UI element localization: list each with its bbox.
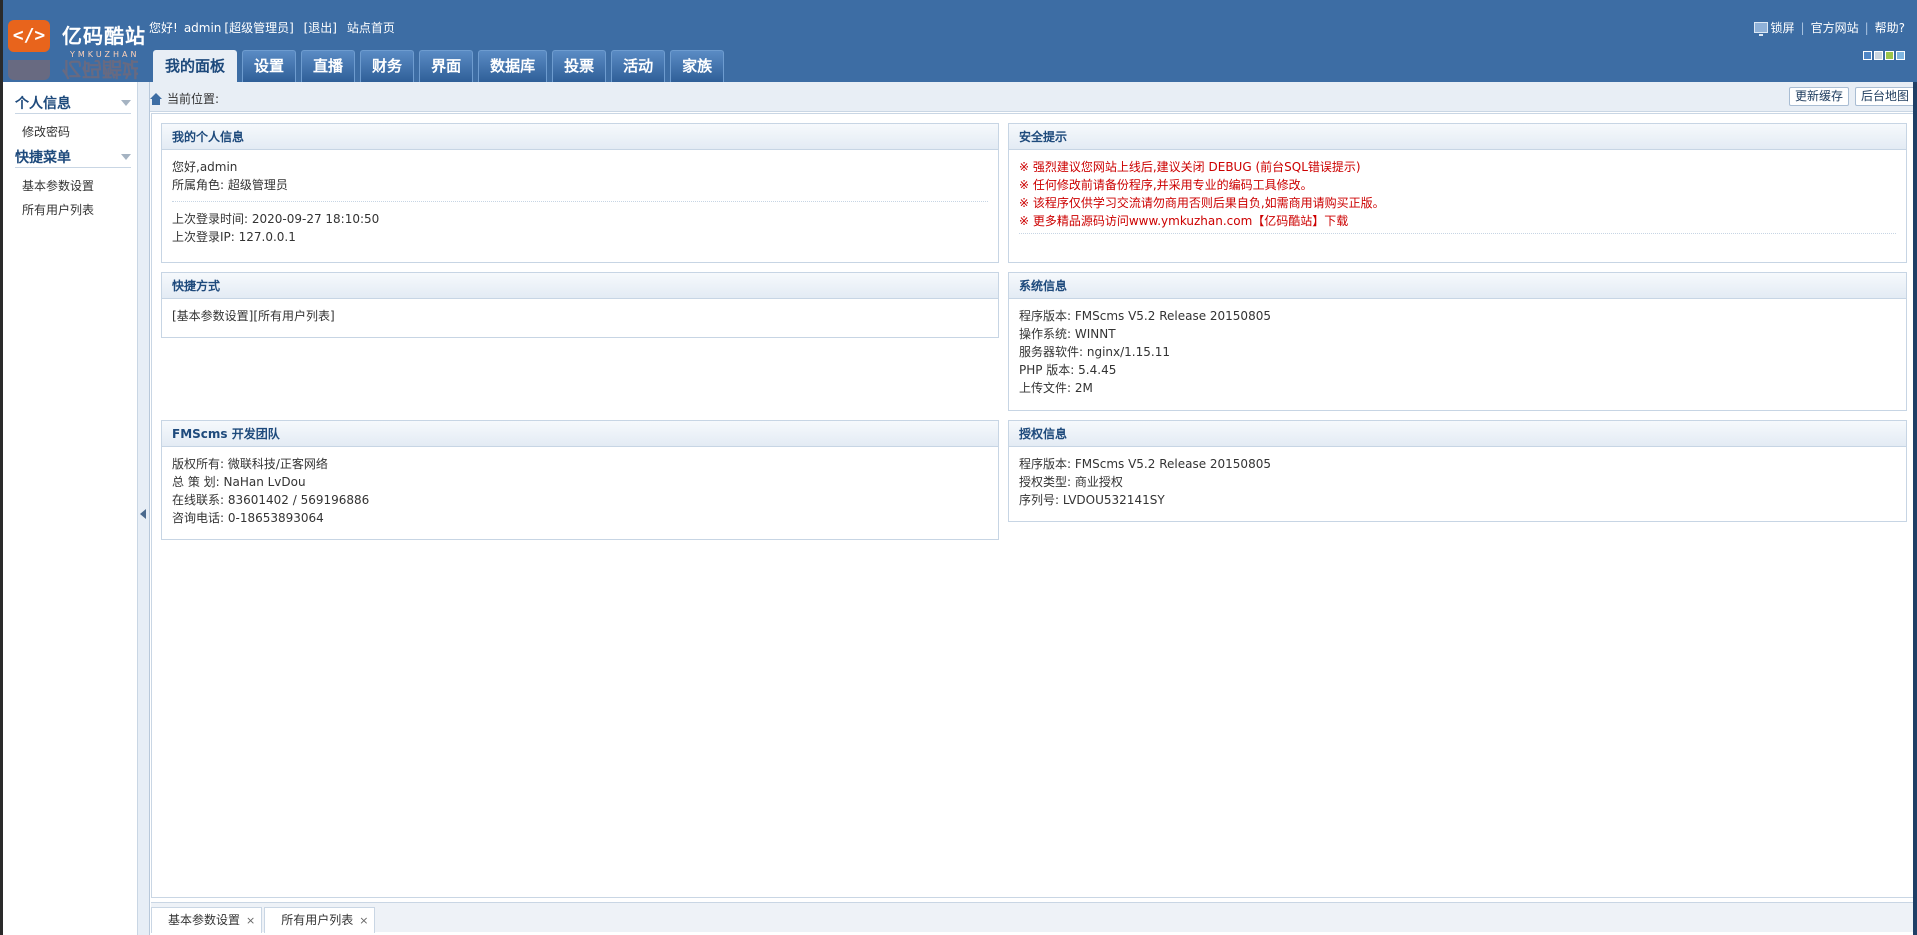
security-tip: ※ 更多精品源码访问www.ymkuzhan.com【亿码酷站】下载	[1019, 214, 1349, 228]
skin-gray[interactable]	[1874, 51, 1883, 60]
logo-title: 亿码酷站	[62, 24, 146, 48]
sysinfo-row: 上传文件: 2M	[1019, 381, 1093, 395]
window-left-edge	[0, 0, 3, 935]
close-icon[interactable]: ×	[246, 909, 255, 933]
breadcrumb-label: 当前位置:	[167, 92, 220, 106]
sidebar-item-user-list[interactable]: 所有用户列表	[15, 198, 137, 222]
open-task-tabs: 基本参数设置 × 所有用户列表 ×	[151, 907, 377, 933]
profile-panel: 我的个人信息 您好,admin 所属角色: 超级管理员 上次登录时间: 2020…	[161, 123, 999, 263]
sidebar-item-change-password[interactable]: 修改密码	[15, 120, 137, 144]
main-area: 当前位置: 更新缓存 后台地图 我的个人信息 您好,admin 所属角色: 超级…	[150, 82, 1917, 935]
username: admin	[183, 21, 222, 35]
security-panel: 安全提示 ※ 强烈建议您网站上线后,建议关闭 DEBUG (前台SQL错误提示)…	[1008, 123, 1907, 263]
tab-live[interactable]: 直播	[301, 50, 356, 82]
panel-title: 我的个人信息	[162, 124, 998, 150]
sidebar-collapse-bar[interactable]	[138, 82, 150, 935]
logo-subtitle: YMKUZHAN	[70, 50, 140, 59]
logo-mark: </>	[8, 20, 50, 52]
license-panel: 授权信息 程序版本: FMScms V5.2 Release 20150805 …	[1008, 420, 1907, 522]
site-logo: </> 亿码酷站 YMKUZHAN 亿码酷站	[6, 16, 145, 82]
skin-light-blue[interactable]	[1896, 51, 1905, 60]
license-row: 程序版本: FMScms V5.2 Release 20150805	[1019, 457, 1271, 471]
panel-title: 安全提示	[1009, 124, 1906, 150]
skin-blue[interactable]	[1863, 51, 1872, 60]
panel-title: 授权信息	[1009, 421, 1906, 447]
security-tip: ※ 强烈建议您网站上线后,建议关闭 DEBUG (前台SQL错误提示)	[1019, 160, 1361, 174]
window-right-edge	[1913, 82, 1917, 935]
skin-green[interactable]	[1885, 51, 1894, 60]
last-login-ip: 上次登录IP: 127.0.0.1	[172, 230, 296, 244]
chevron-down-icon	[121, 153, 131, 160]
logo-reflection: 亿码酷站	[8, 60, 138, 80]
tab-my-panel[interactable]: 我的面板	[153, 50, 238, 82]
dev-team-panel: FMScms 开发团队 版权所有: 微联科技/正客网络 总 策 划: NaHan…	[161, 420, 999, 540]
sidebar-section-title[interactable]: 个人信息	[15, 92, 131, 114]
profile-role: 所属角色: 超级管理员	[172, 178, 288, 192]
tab-finance[interactable]: 财务	[360, 50, 415, 82]
close-icon[interactable]: ×	[359, 909, 368, 933]
security-tip: ※ 该程序仅供学习交流请勿商用否则后果自负,如需商用请购买正版。	[1019, 196, 1385, 210]
tab-interface[interactable]: 界面	[419, 50, 474, 82]
user-greeting: 您好! admin [超级管理员] [退出] 站点首页	[149, 19, 401, 36]
official-site-link[interactable]: 官方网站	[1811, 19, 1859, 36]
collapse-left-icon[interactable]	[140, 509, 146, 519]
separator: |	[1800, 20, 1805, 35]
top-right-links: 锁屏 | 官方网站 | 帮助?	[1753, 19, 1905, 36]
main-nav-tabs: 我的面板 设置 直播 财务 界面 数据库 投票 活动 家族	[153, 50, 725, 82]
bottom-task-bar: 基本参数设置 × 所有用户列表 ×	[151, 902, 1915, 933]
sidebar-section-shortcuts: 快捷菜单 基本参数设置 所有用户列表	[3, 146, 137, 222]
panel-title: FMScms 开发团队	[162, 421, 998, 447]
top-header: </> 亿码酷站 YMKUZHAN 亿码酷站 您好! admin [超级管理员] […	[0, 0, 1917, 82]
lock-screen-link[interactable]: 锁屏	[1753, 19, 1795, 36]
tab-settings[interactable]: 设置	[242, 50, 297, 82]
panel-title: 系统信息	[1009, 273, 1906, 299]
refresh-cache-button[interactable]: 更新缓存	[1788, 87, 1849, 106]
shortcuts-panel: 快捷方式 [基本参数设置][所有用户列表]	[161, 272, 999, 338]
tab-database[interactable]: 数据库	[478, 50, 548, 82]
sysinfo-row: 操作系统: WINNT	[1019, 327, 1116, 341]
breadcrumb: 当前位置:	[150, 90, 219, 107]
logout-link[interactable]: [退出]	[304, 21, 337, 35]
sysinfo-row: 程序版本: FMScms V5.2 Release 20150805	[1019, 309, 1271, 323]
breadcrumb-buttons: 更新缓存 后台地图	[1788, 87, 1915, 106]
skin-switcher	[1863, 51, 1905, 60]
team-row: 在线联系: 83601402 / 569196886	[172, 493, 370, 507]
tab-activity[interactable]: 活动	[611, 50, 666, 82]
sysinfo-row: PHP 版本: 5.4.45	[1019, 363, 1117, 377]
left-sidebar: 个人信息 修改密码 快捷菜单 基本参数设置 所有用户列表	[3, 82, 138, 935]
admin-map-button[interactable]: 后台地图	[1854, 87, 1915, 106]
task-tab-basic-settings[interactable]: 基本参数设置 ×	[151, 907, 263, 933]
greeting-text: 您好!	[149, 21, 178, 35]
site-home-link[interactable]: 站点首页	[347, 21, 395, 35]
task-tab-user-list[interactable]: 所有用户列表 ×	[264, 907, 376, 933]
tab-vote[interactable]: 投票	[552, 50, 607, 82]
help-link[interactable]: 帮助?	[1875, 19, 1905, 36]
team-row: 版权所有: 微联科技/正客网络	[172, 457, 328, 471]
tab-family[interactable]: 家族	[670, 50, 725, 82]
sidebar-item-basic-settings[interactable]: 基本参数设置	[15, 174, 137, 198]
home-icon	[150, 92, 162, 105]
system-info-panel: 系统信息 程序版本: FMScms V5.2 Release 20150805 …	[1008, 272, 1907, 411]
sidebar-section-personal: 个人信息 修改密码	[3, 92, 137, 144]
security-tip: ※ 任何修改前请备份程序,并采用专业的编码工具修改。	[1019, 178, 1313, 192]
license-row: 序列号: LVDOU532141SY	[1019, 493, 1165, 507]
monitor-icon	[1753, 22, 1768, 36]
sidebar-section-title[interactable]: 快捷菜单	[15, 146, 131, 168]
shortcut-user-list-link[interactable]: [所有用户列表]	[253, 309, 334, 323]
chevron-down-icon	[121, 99, 131, 106]
breadcrumb-bar: 当前位置: 更新缓存 后台地图	[150, 82, 1917, 112]
separator: |	[1864, 20, 1869, 35]
user-role: [超级管理员]	[224, 21, 294, 35]
license-row: 授权类型: 商业授权	[1019, 475, 1123, 489]
shortcut-basic-settings-link[interactable]: [基本参数设置]	[172, 309, 253, 323]
content-frame: 我的个人信息 您好,admin 所属角色: 超级管理员 上次登录时间: 2020…	[151, 113, 1915, 898]
team-row: 总 策 划: NaHan LvDou	[172, 475, 306, 489]
last-login-time: 上次登录时间: 2020-09-27 18:10:50	[172, 212, 380, 226]
panel-title: 快捷方式	[162, 273, 998, 299]
profile-hello: 您好,admin	[172, 160, 238, 174]
team-row: 咨询电话: 0-18653893064	[172, 511, 324, 525]
sysinfo-row: 服务器软件: nginx/1.15.11	[1019, 345, 1170, 359]
